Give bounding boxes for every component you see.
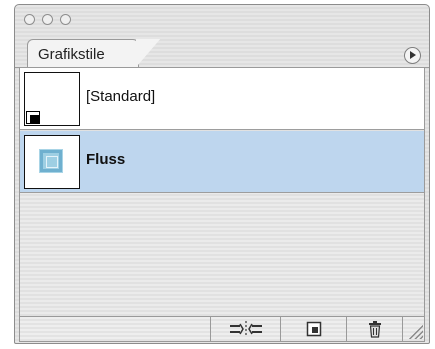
glow-square-icon [40,150,62,172]
style-thumbnail [24,72,80,126]
zoom-window-button[interactable] [60,14,71,25]
new-style-button[interactable] [280,317,347,341]
tab-label: Grafikstile [38,46,105,63]
close-window-button[interactable] [24,14,35,25]
new-style-icon [306,321,322,337]
bottom-toolbar [19,316,425,342]
resize-grip-icon [407,323,423,339]
triangle-right-icon [410,51,416,59]
style-thumbnail [24,135,80,189]
panel-menu-button[interactable] [404,47,421,64]
graphic-styles-panel: Grafikstile [Standard] Fluss [14,4,430,344]
style-name: [Standard] [86,88,156,105]
tab-row: Grafikstile [15,35,429,68]
list-item[interactable]: [Standard] [20,68,424,130]
styles-list: [Standard] Fluss [19,68,425,316]
list-item[interactable]: Fluss [20,131,424,193]
break-link-icon [230,321,262,337]
default-style-icon [26,111,40,124]
break-link-button[interactable] [210,317,281,341]
style-name: Fluss [86,151,126,168]
resize-handle[interactable] [402,317,425,341]
tab-grafikstile[interactable]: Grafikstile [27,39,160,67]
title-bar[interactable] [15,5,429,35]
minimize-window-button[interactable] [42,14,53,25]
delete-style-button[interactable] [346,317,403,341]
trash-icon [369,321,381,338]
